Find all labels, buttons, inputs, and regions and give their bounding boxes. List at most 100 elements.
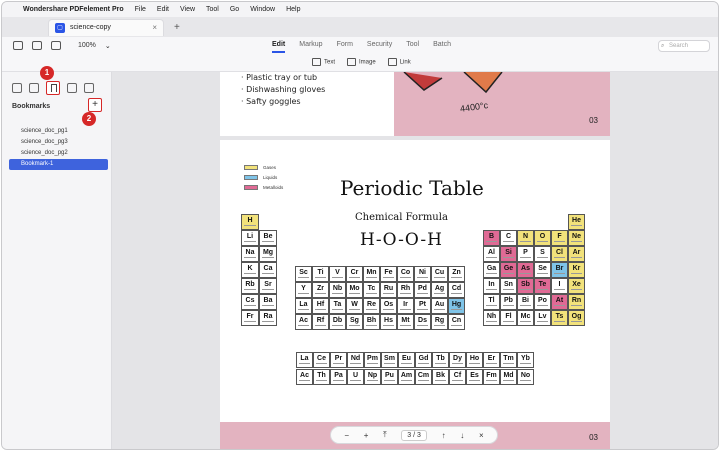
element-cell: Ar [568,246,585,262]
element-cell: Pt [414,298,431,314]
element-cell: Hg [448,298,465,314]
element-cell: Gd [415,352,432,368]
menu-file[interactable]: File [135,6,146,13]
element-cell: Mt [397,314,414,330]
page-current: Gases Liquids Metalloids Periodic Table … [220,140,610,449]
element-cell: Zn [448,266,465,282]
element-cell: Pa [330,369,347,385]
close-nav-button[interactable]: × [479,431,484,440]
element-cell: Si [500,246,517,262]
element-cell: Cn [448,314,465,330]
element-cell: Co [397,266,414,282]
text-icon [312,58,321,66]
element-cell: Fr [241,310,259,326]
element-cell: Ac [296,369,313,385]
add-text-button[interactable]: Text [312,58,335,66]
element-cell: Sn [500,278,517,294]
thumbnail-icon[interactable] [12,83,22,93]
close-tab-icon[interactable]: × [152,23,157,32]
element-cell: Sm [381,352,398,368]
bookmark-item[interactable]: science_doc_pg1 [9,126,108,137]
flame-illustration [403,71,503,94]
search-results-icon[interactable] [67,83,77,93]
element-cell: Sr [259,278,277,294]
tab-tool[interactable]: Tool [406,41,419,53]
image-label: Image [359,59,376,66]
lanthanide-row: La Ce Pr Nd Pm Sm Eu Gd Tb Dy Ho Er Tm Yb [296,352,534,368]
tab-edit[interactable]: Edit [272,41,286,53]
element-cell: Sg [346,314,363,330]
element-cell: Ir [397,298,414,314]
element-cell: K [241,262,259,278]
attachment-icon[interactable] [84,83,94,93]
new-tab-button[interactable]: + [174,22,180,33]
bookmark-item-selected[interactable]: Bookmark-1 [9,159,108,170]
element-cell: Pu [381,369,398,385]
zoom-in-button[interactable]: + [364,431,369,440]
menu-help[interactable]: Help [286,6,300,13]
bookmark-list: science_doc_pg1 science_doc_pg3 science_… [9,126,108,170]
document-tab[interactable]: ▢ science-copy × [48,18,164,36]
element-cell: Tm [500,352,517,368]
element-cell: Lv [534,310,551,326]
tab-title: science-copy [70,24,111,31]
bookmark-item[interactable]: science_doc_pg3 [9,137,108,148]
add-link-button[interactable]: Link [387,58,411,66]
element-cell: Nb [329,282,346,298]
tab-form[interactable]: Form [337,41,353,53]
page-navigation-bar: − + ⤒ 3 / 3 ↑ ↓ × [330,426,498,444]
element-cell: Pr [330,352,347,368]
tab-batch[interactable]: Batch [433,41,451,53]
bookmark-icon[interactable] [46,81,60,95]
element-cell: Sc [295,266,312,282]
menu-edit[interactable]: Edit [157,6,169,13]
menu-go[interactable]: Go [230,6,239,13]
bullet-list: · Plastic tray or tub · Dishwashing glov… [241,72,325,108]
element-cell: Cs [241,294,259,310]
app-window: Wondershare PDFelement Pro File Edit Vie… [1,1,719,450]
app-name[interactable]: Wondershare PDFelement Pro [23,6,124,13]
add-bookmark-button[interactable]: + [88,98,102,112]
menu-window[interactable]: Window [250,6,275,13]
page-previous: · Plastic tray or tub · Dishwashing glov… [220,71,610,136]
comment-icon[interactable] [29,83,39,93]
add-image-button[interactable]: Image [347,58,376,66]
element-cell: Tb [432,352,449,368]
element-cell: La [295,298,312,314]
menu-tool[interactable]: Tool [206,6,219,13]
element-cell: Ga [483,262,500,278]
legend-label: Metalloids [263,184,284,190]
element-cell: He [568,214,585,230]
zoom-select[interactable]: 100% [78,42,96,49]
element-cell: Nd [347,352,364,368]
document-viewer[interactable]: · Plastic tray or tub · Dishwashing glov… [112,71,718,449]
element-cell: Be [259,230,277,246]
element-cell: Cl [551,246,568,262]
page-number: 03 [589,433,598,442]
element-cell: Db [329,314,346,330]
element-cell: Am [398,369,415,385]
next-page-button[interactable]: ↓ [460,431,464,440]
zoom-out-button[interactable]: − [344,431,349,440]
empty-cell [500,214,517,230]
element-cell: Rn [568,294,585,310]
chevron-down-icon[interactable]: ⌄ [105,42,111,50]
page-number-input[interactable]: 3 / 3 [401,429,427,441]
sidebar-toggle-icon[interactable] [13,41,23,50]
grid-view-icon[interactable] [32,41,42,50]
first-page-button[interactable]: ⤒ [383,430,387,440]
page-display-icon[interactable] [51,41,61,50]
element-cell: Og [568,310,585,326]
element-cell: Eu [398,352,415,368]
search-input[interactable]: ⌕ Search [658,40,710,52]
legend: Gases Liquids Metalloids [244,162,283,192]
element-cell: B [483,230,500,246]
element-cell: Sb [517,278,534,294]
tab-markup[interactable]: Markup [299,41,322,53]
element-cell: Tc [363,282,380,298]
prev-page-button[interactable]: ↑ [442,431,446,440]
bookmarks-heading: Bookmarks [12,103,51,110]
bookmark-item[interactable]: science_doc_pg2 [9,148,108,159]
tab-security[interactable]: Security [367,41,392,53]
menu-view[interactable]: View [180,6,195,13]
